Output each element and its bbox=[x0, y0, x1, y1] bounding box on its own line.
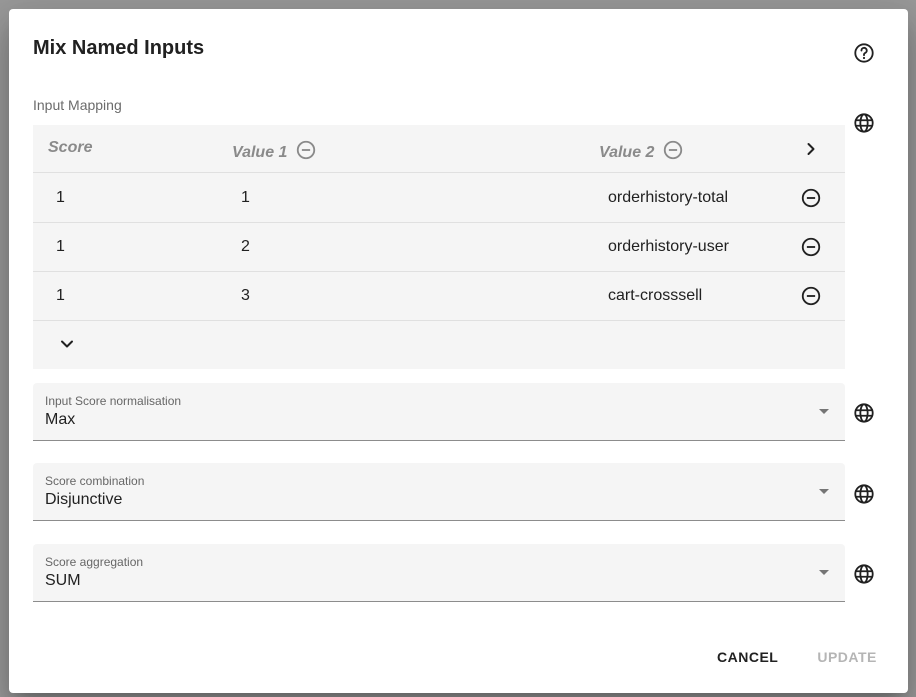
remove-row-icon[interactable] bbox=[799, 235, 823, 259]
globe-icon[interactable] bbox=[852, 401, 876, 425]
cancel-button[interactable]: CANCEL bbox=[709, 645, 786, 669]
dropdown-arrow-icon bbox=[819, 489, 829, 494]
value-2-cell[interactable]: cart-crosssell bbox=[608, 287, 702, 305]
value-2-cell[interactable]: orderhistory-total bbox=[608, 189, 728, 207]
score-cell[interactable]: 1 bbox=[56, 189, 65, 207]
table-row: 1 2 orderhistory-user bbox=[33, 223, 845, 272]
help-icon[interactable] bbox=[852, 41, 876, 65]
remove-row-icon[interactable] bbox=[799, 284, 823, 308]
column-header-value-2: Value 2 bbox=[599, 139, 684, 166]
globe-icon[interactable] bbox=[852, 562, 876, 586]
column-header-label: Score bbox=[48, 139, 93, 156]
score-cell[interactable]: 1 bbox=[56, 238, 65, 256]
input-score-normalisation-select[interactable]: Input Score normalisation Max bbox=[33, 383, 845, 441]
table-row: 1 1 orderhistory-total bbox=[33, 174, 845, 223]
field-label: Score aggregation bbox=[45, 555, 144, 569]
value-2-cell[interactable]: orderhistory-user bbox=[608, 238, 729, 256]
input-mapping-table: Score Value 1 Value 2 1 1 orderhistory-t… bbox=[33, 125, 845, 369]
column-header-value-1: Value 1 bbox=[232, 139, 317, 166]
score-cell[interactable]: 1 bbox=[56, 287, 65, 305]
column-header-label: Value 2 bbox=[599, 143, 655, 161]
score-combination-select[interactable]: Score combination Disjunctive bbox=[33, 463, 845, 521]
chevron-right-icon[interactable] bbox=[799, 137, 823, 161]
dialog-actions: CANCEL UPDATE bbox=[709, 645, 885, 669]
score-aggregation-select[interactable]: Score aggregation SUM bbox=[33, 544, 845, 602]
table-row: 1 3 cart-crosssell bbox=[33, 272, 845, 321]
field-value: Disjunctive bbox=[45, 491, 123, 508]
remove-column-icon[interactable] bbox=[662, 139, 684, 166]
field-label: Input Score normalisation bbox=[45, 394, 182, 408]
field-value: Max bbox=[45, 411, 76, 428]
remove-row-icon[interactable] bbox=[799, 186, 823, 210]
mix-named-inputs-dialog: Mix Named Inputs Input Mapping Score Val… bbox=[9, 9, 908, 693]
globe-icon[interactable] bbox=[852, 111, 876, 135]
table-header: Score Value 1 Value 2 bbox=[33, 125, 845, 173]
dialog-title: Mix Named Inputs bbox=[33, 37, 205, 59]
field-label: Score combination bbox=[45, 474, 145, 488]
chevron-down-icon[interactable] bbox=[55, 332, 79, 356]
dropdown-arrow-icon bbox=[819, 570, 829, 575]
column-header-score: Score bbox=[48, 139, 92, 157]
value-1-cell[interactable]: 3 bbox=[241, 287, 250, 305]
globe-icon[interactable] bbox=[852, 482, 876, 506]
update-button[interactable]: UPDATE bbox=[809, 645, 885, 669]
remove-column-icon[interactable] bbox=[295, 139, 317, 166]
value-1-cell[interactable]: 2 bbox=[241, 238, 250, 256]
value-1-cell[interactable]: 1 bbox=[241, 189, 250, 207]
field-value: SUM bbox=[45, 572, 81, 589]
input-mapping-label: Input Mapping bbox=[33, 97, 122, 113]
dropdown-arrow-icon bbox=[819, 409, 829, 414]
column-header-label: Value 1 bbox=[232, 143, 288, 161]
